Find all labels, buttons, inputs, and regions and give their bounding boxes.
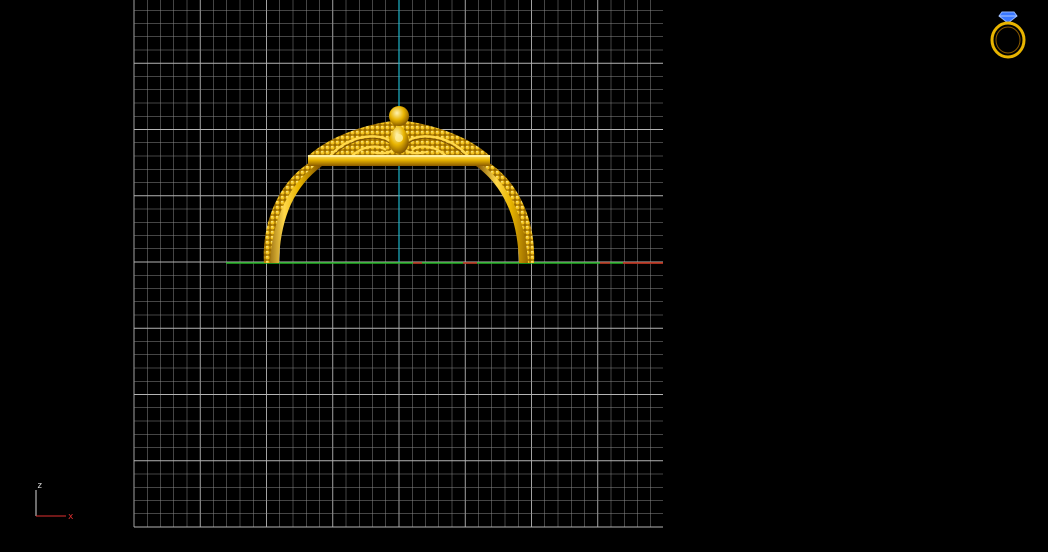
x-axis-label: x [68, 512, 74, 522]
axis-triad: z x [35, 481, 74, 522]
front-view-scene[interactable] [0, 0, 1048, 552]
ring-center-bead [395, 134, 403, 142]
ring-view-icon [990, 11, 1026, 59]
ring-center-ball [389, 106, 409, 126]
view-orientation-widget[interactable] [986, 8, 1030, 60]
band-icon [990, 21, 1026, 59]
3d-viewport[interactable]: z x [0, 0, 1048, 552]
z-axis-label: z [37, 481, 42, 491]
gem-icon [998, 11, 1018, 24]
ring-top-plate-highlight [308, 155, 490, 157]
